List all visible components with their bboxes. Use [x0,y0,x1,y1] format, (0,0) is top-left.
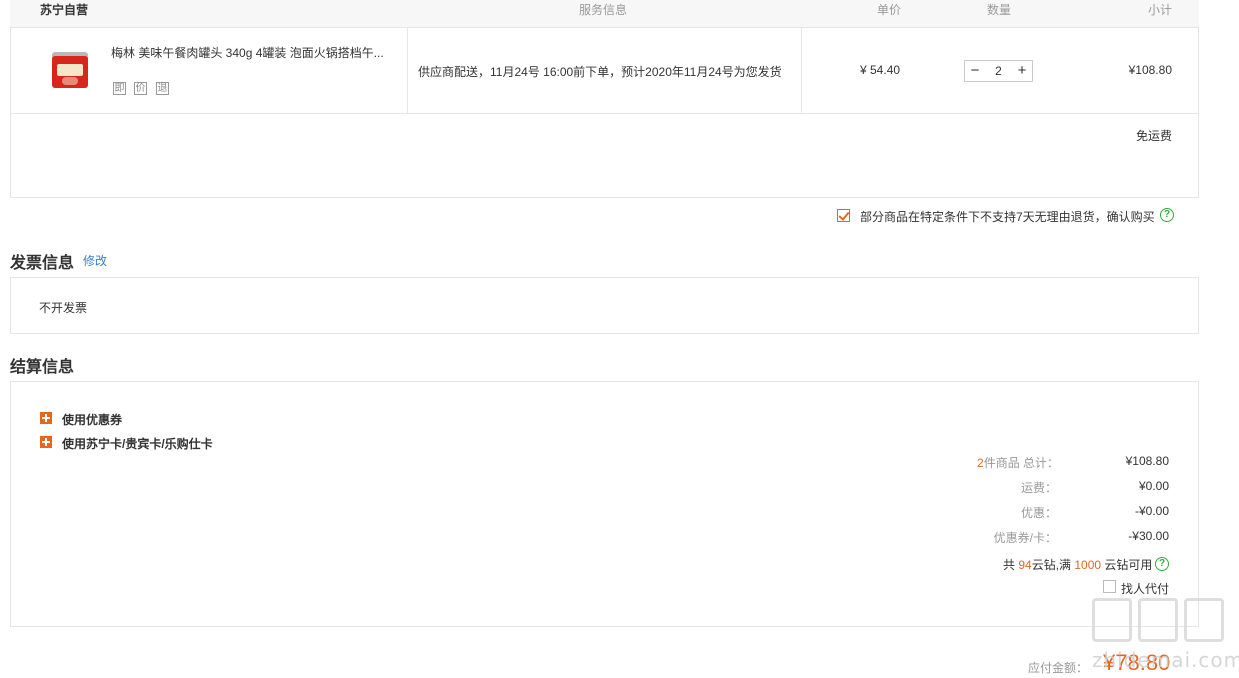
column-divider [801,28,802,113]
item-count: 2 [977,456,984,470]
diamond-prefix: 共 [1003,558,1019,572]
confirm-text: 部分商品在特定条件下不支持7天无理由退货，确认购买 [860,210,1155,224]
header-quantity: 数量 [987,3,1012,17]
product-thumbnail[interactable] [48,50,92,94]
store-name: 苏宁自营 [40,3,89,17]
diamond-count: 94 [1018,558,1032,572]
order-header: 苏宁自营 服务信息 单价 数量 小计 [10,0,1199,28]
cloud-diamond-info: 共 94云钻,满 1000 云钻可用 [1003,556,1152,573]
item-count-suffix: 件商品 总计： [983,456,1060,470]
diamond-suffix: 云钻可用 [1101,558,1153,572]
unit-price: ¥ 54.40 [860,63,901,77]
shipping-note: 免运费 [1136,129,1173,143]
invoice-edit-link[interactable]: 修改 [83,252,107,269]
expand-plus-icon[interactable] [40,412,52,424]
header-service: 服务信息 [579,3,628,17]
item-count-label: 2件商品 总计： [977,454,1059,471]
product-row: 梅林 美味午餐肉罐头 340g 4罐装 泡面火锅搭档午... 即 价 退 供应商… [10,28,1199,114]
quantity-plus-button[interactable]: + [1012,61,1032,81]
invoice-box: 不开发票 [10,277,1199,334]
coupon-value: -¥30.00 [1128,529,1169,543]
line-subtotal: ¥108.80 [1128,63,1172,77]
invoice-value: 不开发票 [39,301,88,315]
use-card-option[interactable]: 使用苏宁卡/贵宾卡/乐购仕卡 [62,435,213,452]
return-icon: 退 [156,82,169,95]
payable-label: 应付金额： [1028,661,1089,675]
proxy-pay-label[interactable]: 找人代付 [1121,580,1169,597]
quantity-stepper: − 2 + [964,60,1033,82]
discount-label: 优惠： [1020,506,1057,520]
watermark-logo: zhidemai.com [1092,598,1239,672]
diamond-mid: 云钻,满 [1031,558,1075,572]
service-info: 供应商配送，11月24号 16:00前下单，预计2020年11月24号为您发货 [418,65,782,79]
help-icon[interactable]: ? [1155,557,1169,571]
column-divider [407,28,408,113]
use-coupon-option[interactable]: 使用优惠券 [62,411,122,428]
coupon-label: 优惠券/卡： [993,531,1057,545]
diamond-minimum: 1000 [1074,558,1102,572]
discount-value: -¥0.00 [1134,504,1169,518]
watermark-text: zhidemai.com [1092,648,1239,672]
price-protection-icon: 价 [134,82,147,95]
expand-plus-icon[interactable] [40,436,52,448]
shipping-fee-label: 运费： [1020,481,1057,495]
summary-total: ¥108.80 [1125,454,1169,468]
shipping-fee-value: ¥0.00 [1138,479,1169,493]
quantity-input[interactable]: 2 [985,61,1012,81]
header-unit-price: 单价 [877,3,902,17]
quantity-minus-button[interactable]: − [965,61,985,81]
invoice-title: 发票信息 [10,255,75,272]
header-subtotal: 小计 [1148,3,1173,17]
help-icon[interactable]: ? [1160,208,1174,222]
settlement-title: 结算信息 [10,359,75,376]
confirm-checkbox[interactable] [837,209,850,222]
proxy-pay-checkbox[interactable] [1103,580,1116,593]
instant-delivery-icon: 即 [113,82,126,95]
product-title-link[interactable]: 梅林 美味午餐肉罐头 340g 4罐装 泡面火锅搭档午... [111,44,396,61]
